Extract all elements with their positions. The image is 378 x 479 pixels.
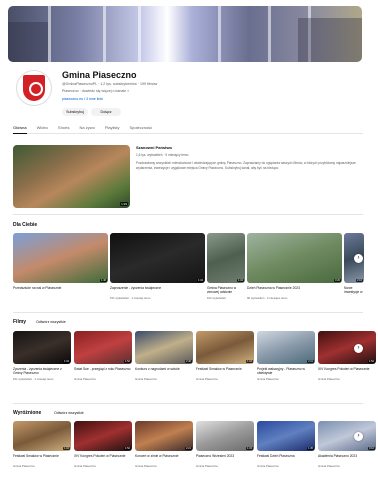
video-title[interactable]: Świat Sue - przegląd z roku Piaseczno (74, 367, 132, 371)
video-duration: 1:45 (306, 447, 314, 450)
video-title[interactable]: Piaseczno Wrzesień 2023 (196, 454, 254, 458)
channel-avatar[interactable] (16, 70, 52, 106)
video-duration: 1:04 (62, 447, 70, 450)
video-title[interactable]: Życzenia - życzenia świąteczne z Gminy P… (13, 367, 71, 375)
video-duration: 2:40 (184, 360, 192, 363)
video-thumbnail[interactable]: 1:04 (196, 331, 254, 364)
tab-shorts[interactable]: Shorts (58, 124, 70, 134)
video-duration: 1:46 (99, 279, 107, 282)
video-title[interactable]: XIV Kongres Pokoleń w Piasecznie (74, 454, 132, 458)
video-duration: 3:20 (333, 279, 341, 282)
video-thumbnail[interactable]: 1:46 (13, 233, 108, 283)
video-thumbnail[interactable]: 3:20 (247, 233, 342, 283)
channel-link[interactable]: piaseczno.eu i 3 inne linki (62, 97, 103, 101)
video-meta: Gmina Piaseczno (135, 464, 157, 468)
divider (13, 214, 363, 215)
section-title-for-you: Dla Ciebie (13, 222, 38, 228)
video-meta: Gmina Piaseczno (135, 377, 157, 381)
section-title-videos: Filmy (13, 319, 27, 325)
featured-video-thumbnail[interactable]: 1:29 (13, 145, 130, 208)
featured-video-meta: 1,6 tys. wyświetleń · 5 miesięcy temu (136, 153, 189, 157)
video-duration: 1:33 (245, 447, 253, 450)
video-thumbnail[interactable]: 1:34 (13, 331, 71, 364)
video-thumbnail[interactable]: 1:52 (74, 421, 132, 451)
video-meta: Gmina Piaseczno (196, 464, 218, 468)
play-all-button[interactable]: Odtwórz wszystkie (54, 411, 84, 415)
video-duration: 1:29 (120, 202, 128, 206)
video-title[interactable]: XIV Kongres Pokoleń w Piasecznie (318, 367, 376, 371)
scroll-right-icon[interactable]: › (354, 343, 363, 353)
section-title-featured: Wyróżnione (13, 410, 42, 416)
video-title[interactable]: Konkurs z nagrodami w szkole (135, 367, 193, 371)
video-duration: 1:34 (62, 360, 70, 363)
video-duration: 2:16 (355, 279, 363, 282)
featured-video-description: Pozdrawiamy wszystkich mieszkańców i odw… (136, 161, 356, 170)
video-thumbnail[interactable]: 2:21 (135, 421, 193, 451)
join-button[interactable]: Dołącz (91, 108, 121, 116)
tab-playlists[interactable]: Playlisty (105, 124, 120, 134)
video-duration: 2:21 (184, 447, 192, 450)
video-duration: 2:11 (307, 360, 314, 363)
coat-of-arms-icon (23, 75, 45, 101)
channel-tabs: Główna Wideo Shorts Na żywo Playlisty Sp… (13, 124, 363, 134)
video-title[interactable]: Akademia Piaseczno 2023 (318, 454, 376, 458)
video-thumbnail[interactable]: 1:45 (257, 421, 315, 451)
video-title[interactable]: Festiwal Smaków w Piasecznie (13, 454, 71, 458)
video-meta: Gmina Piaseczno (318, 464, 340, 468)
video-duration: 1:52 (123, 447, 131, 450)
video-thumbnail[interactable]: 1:52 (318, 331, 376, 364)
divider (13, 312, 363, 313)
video-duration: 1:04 (236, 279, 244, 282)
video-thumbnail[interactable]: 1:33 (196, 421, 254, 451)
scroll-right-icon[interactable]: › (354, 254, 363, 263)
video-thumbnail[interactable]: 1:04 (13, 421, 71, 451)
video-meta: 151 wyświetleń · 1 miesiąc temu (110, 296, 151, 300)
video-duration: 1:52 (123, 360, 131, 363)
tab-community[interactable]: Społeczność (129, 124, 152, 134)
video-title[interactable]: Projekt wakacyjny - Piaseczno w obiektyw… (257, 367, 315, 375)
subscribe-button[interactable]: Subskrybuj (62, 108, 88, 116)
video-title[interactable]: Koncert w zimie w Piasecznie (135, 454, 193, 458)
video-thumbnail[interactable]: 1:34 (110, 233, 205, 283)
video-thumbnail[interactable]: 1:52 (74, 331, 132, 364)
video-meta: 90 wyświetleń · 3 miesiące temu (247, 296, 288, 300)
channel-meta: @GminaPiasecznoPL · 1,2 tys. subskrybent… (62, 82, 158, 86)
video-duration: 1:04 (245, 360, 253, 363)
video-meta: Gmina Piaseczno (257, 377, 279, 381)
video-meta: Gmina Piaseczno (318, 377, 340, 381)
video-thumbnail[interactable]: 2:11 (257, 331, 315, 364)
channel-name: Gmina Piaseczno (62, 70, 137, 80)
video-thumbnail[interactable]: 3:10 (318, 421, 376, 451)
video-title[interactable]: Zaproszenie - życzenia świąteczne (110, 286, 205, 290)
video-title[interactable]: Festiwal Smaków w Piasecznie (196, 367, 254, 371)
channel-description[interactable]: Piaseczno · dowiedz się więcej o kanale … (62, 89, 129, 93)
play-all-button[interactable]: Odtwórz wszystkie (36, 320, 66, 324)
tab-live[interactable]: Na żywo (79, 124, 94, 134)
video-meta: Gmina Piaseczno (257, 464, 279, 468)
video-meta: Gmina Piaseczno (13, 464, 35, 468)
video-meta: 151 wyświetleń · 1 miesiąc temu (13, 377, 54, 381)
video-meta: Gmina Piaseczno (196, 377, 218, 381)
video-title[interactable]: Dzień Piaseczna w Piasecznie 2023 (247, 286, 342, 290)
video-title[interactable]: Gmina Piaseczno w zimowej odsłonie (207, 286, 245, 294)
video-meta: Gmina Piaseczno (74, 377, 96, 381)
video-meta: Gmina Piaseczno (74, 464, 96, 468)
video-thumbnail[interactable]: 2:40 (135, 331, 193, 364)
video-duration: 3:10 (367, 447, 375, 450)
video-duration: 1:34 (196, 279, 204, 282)
video-title[interactable]: Festiwal Dzień Piaseczna (257, 454, 315, 458)
video-meta: 102 wyświetleń (207, 296, 226, 300)
tab-videos[interactable]: Wideo (37, 124, 48, 134)
featured-video-title[interactable]: Szanowni Państwo (136, 145, 172, 150)
video-title[interactable]: Przedszkole na wsi w Piasecznie (13, 286, 108, 290)
scroll-right-icon[interactable]: › (354, 432, 363, 441)
video-thumbnail[interactable]: 1:04 (207, 233, 245, 283)
divider (13, 403, 363, 404)
video-title[interactable]: Nowe inwestycje w gminie (344, 286, 364, 295)
video-duration: 1:52 (367, 360, 375, 363)
tab-home[interactable]: Główna (13, 124, 27, 134)
channel-banner (8, 6, 362, 62)
